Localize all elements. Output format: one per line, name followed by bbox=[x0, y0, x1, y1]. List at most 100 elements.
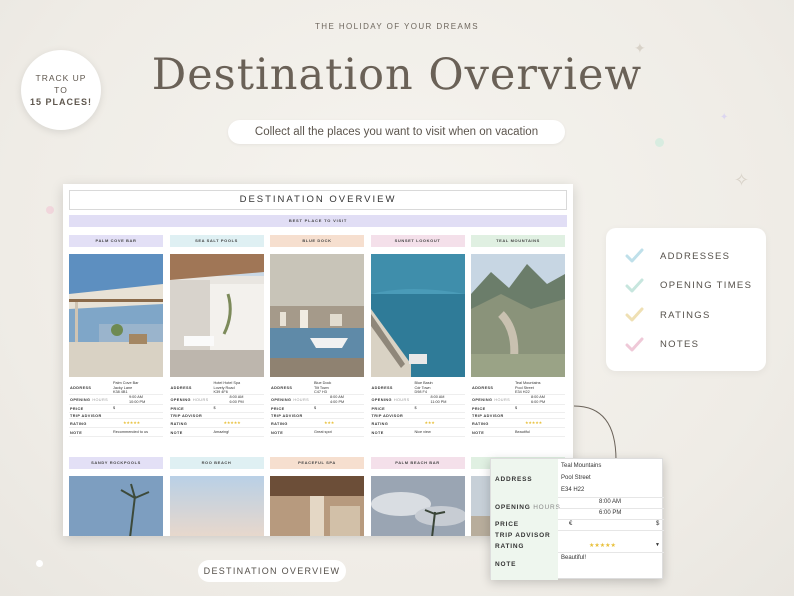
detail-row: RATING ★★★ bbox=[370, 419, 465, 428]
checklist-label: OPENING TIMES bbox=[660, 280, 753, 291]
rating-stars[interactable]: ★★★ bbox=[324, 420, 334, 425]
price-value: $ bbox=[656, 521, 660, 527]
hours-word: HOURS bbox=[533, 504, 561, 511]
detail-row: RATING ★★★★★ bbox=[169, 419, 264, 428]
detail-row: PRICE $ bbox=[370, 405, 465, 413]
note-label: NOTE bbox=[70, 430, 83, 435]
opening-label: OPENING HOURS bbox=[372, 398, 410, 402]
note-value: Recommended to us bbox=[113, 430, 149, 434]
detail-row: PRICE $ bbox=[169, 405, 264, 413]
place-photo bbox=[69, 476, 163, 536]
rating-stars[interactable]: ★★★★★ bbox=[525, 420, 542, 425]
place-photo bbox=[169, 476, 264, 536]
best-place-bar: BEST PLACE TO VISIT bbox=[69, 215, 567, 227]
place-details: ADDRESS Teal Mountains Pool Street E34 H22 O… bbox=[471, 380, 565, 442]
currency: € bbox=[569, 521, 573, 527]
badge-line: TRACK UP bbox=[35, 73, 87, 83]
address-label: ADDRESS bbox=[472, 386, 494, 390]
address-label: ADDRESS bbox=[170, 386, 192, 390]
price-label: PRICE bbox=[472, 407, 486, 411]
address-label: ADDRESS bbox=[70, 386, 92, 390]
detail-row: OPENING HOURS 8:00 AM 6:00 PM bbox=[471, 395, 565, 405]
opening-word: OPENING bbox=[472, 398, 493, 402]
place-photo bbox=[270, 254, 364, 377]
trip-label: TRIP ADVISOR bbox=[472, 414, 504, 418]
detail-row: ADDRESS Hotel Hotel Spa Lovely Road K39 4F6 bbox=[169, 380, 264, 395]
address-line: Palm Cove Bar bbox=[113, 381, 139, 385]
hours-word: HOURS bbox=[192, 398, 209, 402]
check-icon bbox=[624, 246, 644, 266]
checklist-item: ADDRESSES bbox=[624, 246, 730, 266]
opening-label: OPENING HOURS bbox=[495, 504, 561, 511]
place-photo bbox=[370, 476, 465, 536]
price-label: PRICE bbox=[495, 521, 519, 528]
detail-row: OPENING HOURS 9:00 AM 10:00 PM bbox=[69, 395, 163, 405]
checklist-item: NOTES bbox=[624, 335, 699, 355]
address-line: Jacky Lane bbox=[113, 385, 133, 390]
note-value: Beautiful! bbox=[561, 555, 587, 561]
address-line: D98 F4 bbox=[414, 390, 427, 394]
rating-stars[interactable]: ★★★★★ bbox=[589, 542, 616, 549]
trip-label: TRIP ADVISOR bbox=[170, 414, 203, 418]
track-badge: TRACK UP TO 15 PLACES! bbox=[21, 50, 101, 130]
trip-label: TRIP ADVISOR bbox=[371, 414, 404, 418]
column-header: PALM COVE BAR bbox=[69, 235, 163, 247]
chevron-down-icon[interactable]: ▼ bbox=[655, 542, 660, 548]
rating-label: RATING bbox=[495, 543, 525, 550]
decor-dot bbox=[655, 138, 664, 147]
note-value: Amazing! bbox=[213, 430, 230, 434]
rating-label: RATING bbox=[472, 421, 489, 426]
price-label: PRICE bbox=[170, 407, 185, 411]
rating-stars[interactable]: ★★★★★ bbox=[123, 420, 140, 425]
price-label: PRICE bbox=[70, 407, 84, 411]
divider bbox=[558, 508, 664, 509]
rating-label: RATING bbox=[170, 421, 188, 426]
address-line: Pool Street bbox=[515, 385, 534, 390]
hours-word: HOURS bbox=[293, 398, 310, 402]
opening-word: OPENING bbox=[371, 398, 392, 402]
detail-row: OPENING HOURS 8:00 AM 4:00 PM bbox=[270, 395, 364, 405]
address-line: Lovely Road bbox=[213, 385, 235, 390]
detail-row: RATING ★★★ bbox=[270, 419, 364, 428]
divider bbox=[558, 552, 664, 553]
rating-label: RATING bbox=[70, 421, 87, 426]
price-label: PRICE bbox=[271, 407, 285, 411]
address-line: K39 4F6 bbox=[213, 390, 228, 394]
subtitle: Collect all the places you want to visit… bbox=[228, 120, 565, 144]
column-header: TEAL MOUNTAINS bbox=[471, 235, 565, 247]
address-line: Blue Basin bbox=[414, 381, 433, 385]
note-value: Beautiful bbox=[515, 430, 530, 434]
note-label: NOTE bbox=[371, 430, 384, 435]
opening-label: OPENING HOURS bbox=[472, 398, 510, 402]
address-line: E34 H22 bbox=[515, 390, 530, 394]
detail-row: PRICE $ bbox=[270, 405, 364, 413]
address-line: K38 4B1 bbox=[113, 390, 128, 394]
note-label: NOTE bbox=[271, 430, 284, 435]
place-details: ADDRESS Blue Basin Cdr Town D98 F4 OPENING HO… bbox=[370, 380, 465, 442]
close-time: 6:00 PM bbox=[599, 510, 622, 516]
price-value: $ bbox=[515, 406, 518, 410]
note-label: NOTE bbox=[472, 430, 485, 435]
opening-word: OPENING bbox=[70, 398, 91, 402]
address-label: ADDRESS bbox=[371, 386, 393, 390]
checklist-label: ADDRESSES bbox=[660, 250, 731, 262]
note-label: NOTE bbox=[495, 561, 517, 568]
place-details: ADDRESS Blue Dock Tilt Town C47 H3 OPENING HO… bbox=[270, 380, 364, 442]
place-photo bbox=[270, 476, 364, 536]
opening-label: OPENING HOURS bbox=[70, 398, 108, 402]
place-details: ADDRESS Hotel Hotel Spa Lovely Road K39 4F6… bbox=[169, 380, 264, 442]
trip-label: TRIP ADVISOR bbox=[271, 414, 303, 418]
check-icon bbox=[624, 305, 644, 325]
detail-row: ADDRESS Blue Basin Cdr Town D98 F4 bbox=[370, 380, 465, 395]
note-label: NOTE bbox=[170, 430, 183, 435]
rating-stars[interactable]: ★★★★★ bbox=[224, 420, 241, 425]
divider bbox=[558, 497, 664, 498]
trip-label: TRIP ADVISOR bbox=[70, 414, 102, 418]
hours-word: HOURS bbox=[393, 398, 410, 402]
detail-row: ADDRESS Teal Mountains Pool Street E34 H22 bbox=[471, 380, 565, 395]
hours-word: HOURS bbox=[494, 398, 511, 402]
rating-label: RATING bbox=[371, 421, 389, 426]
close-time: 11:00 PM bbox=[430, 400, 447, 404]
rating-stars[interactable]: ★★★ bbox=[425, 420, 435, 425]
badge-line: TO bbox=[54, 85, 68, 95]
